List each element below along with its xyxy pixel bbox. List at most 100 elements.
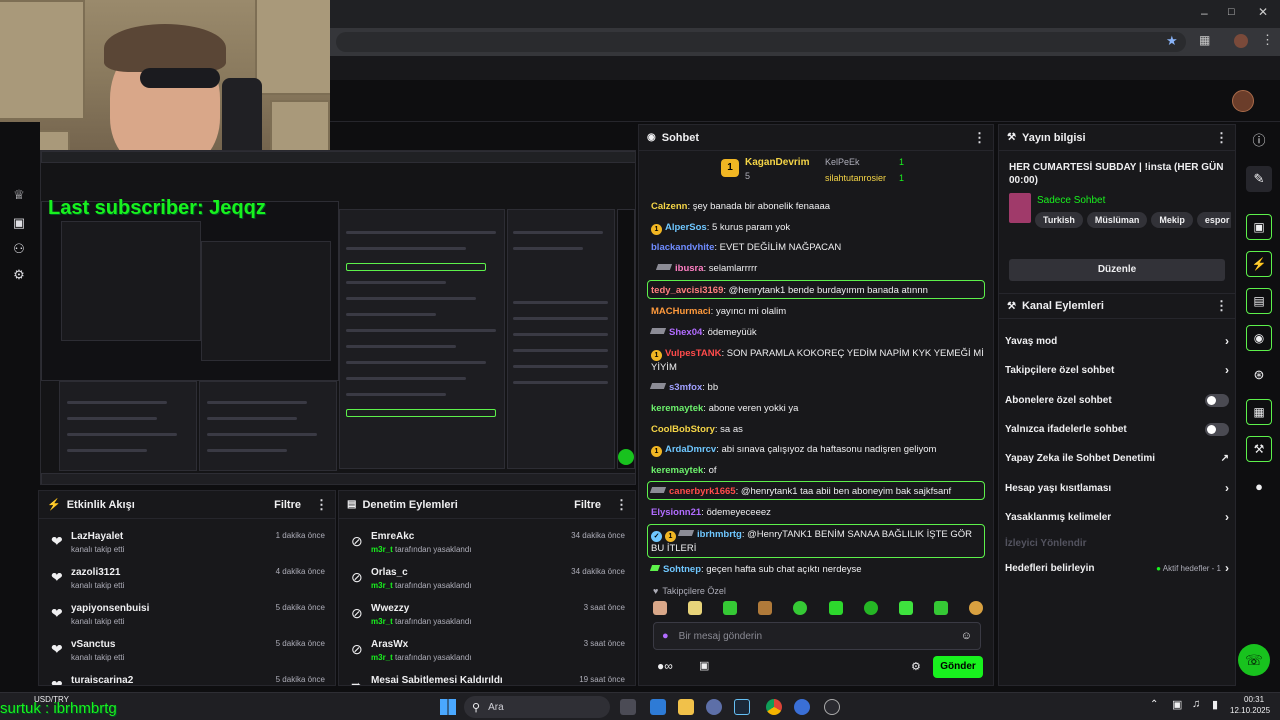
emoji-icon[interactable]: ☺ xyxy=(961,630,972,642)
chat-more-icon[interactable]: ⋮ xyxy=(973,130,986,146)
chat-message[interactable]: MACHurmaci: yayıncı mi olalim xyxy=(651,305,985,318)
lightning-icon[interactable]: ⚡ xyxy=(1246,251,1272,277)
network-icon[interactable]: ▣ xyxy=(1172,698,1182,711)
emote[interactable] xyxy=(863,601,878,615)
chat-message[interactable]: ibusra: selamlarrrrr xyxy=(655,262,991,275)
chat-input[interactable]: ● Bir mesaj gönderin ☺ xyxy=(653,622,981,650)
chat-message[interactable]: keremaytek: abone veren yokki ya xyxy=(651,402,985,415)
emote[interactable] xyxy=(828,601,843,615)
tray-chevron-icon[interactable]: ⌃ xyxy=(1150,699,1158,710)
activity-item[interactable]: ❤ yapiyonsenbuisi kanalı takip etti 5 da… xyxy=(39,601,335,637)
community-icon[interactable]: ● xyxy=(1246,474,1272,500)
chat-message[interactable]: s3mfox: bb xyxy=(649,381,985,394)
emote[interactable] xyxy=(723,601,738,615)
emote-only-toggle[interactable] xyxy=(1205,422,1229,436)
app-icon[interactable] xyxy=(650,699,666,715)
activity-filter-button[interactable]: Filtre xyxy=(274,499,301,511)
activity-item[interactable]: ❤ vSanctus kanalı takip etti 5 dakika ön… xyxy=(39,637,335,673)
volume-icon[interactable]: ♫ xyxy=(1192,698,1200,710)
emote[interactable] xyxy=(793,601,808,615)
chat-message[interactable]: ✓ 1 ibrhmbrtg: @HenryTANK1 BENİM SANAA BAĞ… xyxy=(651,528,985,555)
activity-item[interactable]: ❤ LazHayalet kanalı takip etti 1 dakika … xyxy=(39,529,335,565)
mod-item[interactable]: ⊘ Orlas_c m3r_t tarafından yasaklandı 34… xyxy=(339,565,635,601)
browser-menu-icon[interactable]: ⋮ xyxy=(1261,32,1274,48)
chat-message[interactable]: Calzenn: şey banada bir abonelik fenaaaa xyxy=(651,200,985,213)
task-view-icon[interactable] xyxy=(620,699,636,715)
address-field[interactable] xyxy=(336,32,1186,52)
microphone-icon[interactable]: ● xyxy=(662,630,669,642)
wrench-icon[interactable]: ⚒ xyxy=(1246,436,1272,462)
close-icon[interactable]: ✕ xyxy=(1258,5,1268,19)
app-icon[interactable] xyxy=(794,699,810,715)
chat-message[interactable]: 1 ArdaDmrcv: abi sınava çalışıyoz da haft… xyxy=(651,443,985,457)
maximize-icon[interactable]: □ xyxy=(1228,6,1235,18)
action-goals[interactable]: Hedefleri belirleyin ● Aktif hedefler - … xyxy=(1005,558,1229,578)
send-button[interactable]: Gönder xyxy=(933,656,983,678)
action-follower-only[interactable]: Takipçilere özel sohbet › xyxy=(1005,360,1229,380)
mod-item[interactable]: ⊘ EmreAkc m3r_t tarafından yasaklandı 34… xyxy=(339,529,635,565)
emote[interactable] xyxy=(653,601,667,615)
mod-filter-button[interactable]: Filtre xyxy=(574,499,601,511)
gear-icon[interactable]: ⚙ xyxy=(10,266,28,284)
profile-avatar[interactable] xyxy=(1234,34,1248,48)
taskbar-search[interactable]: ⚲ Ara xyxy=(464,696,610,718)
action-slow-mode[interactable]: Yavaş mod › xyxy=(1005,331,1229,351)
emote[interactable] xyxy=(968,601,983,615)
action-account-age[interactable]: Hesap yaşı kısıtlaması › xyxy=(1005,478,1229,498)
tag[interactable]: Mekip xyxy=(1151,212,1193,228)
activity-item[interactable]: ❤ zazoli3121 kanalı takip etti 4 dakika … xyxy=(39,565,335,601)
mod-item[interactable]: ⊘ Wwezzy m3r_t tarafından yasaklandı 3 s… xyxy=(339,601,635,637)
clock-date[interactable]: 12.10.2025 xyxy=(1230,706,1270,715)
activity-more-icon[interactable]: ⋮ xyxy=(315,497,328,513)
chat-message[interactable]: Sohtnep: geçen hafta sub chat açıktı ner… xyxy=(649,563,985,576)
sub-only-toggle[interactable] xyxy=(1205,393,1229,407)
battery-icon[interactable]: ▮ xyxy=(1212,698,1218,711)
help-button[interactable]: ☏ xyxy=(1238,644,1270,676)
windows-start-icon[interactable] xyxy=(440,699,456,715)
emote[interactable] xyxy=(758,601,773,615)
clock-time[interactable]: 00:31 xyxy=(1244,695,1264,704)
chat-message[interactable]: 1 AlperSos: 5 kurus param yok xyxy=(651,221,985,235)
chat-icon[interactable]: ◉ xyxy=(1246,325,1272,351)
steam-icon[interactable] xyxy=(734,699,750,715)
mod-more-icon[interactable]: ⋮ xyxy=(615,497,628,513)
chat-message[interactable]: tedy_avcisi3169: @henrytank1 bende burda… xyxy=(651,284,985,297)
mod-item[interactable]: ➨ Mesai Sabitlemesi Kaldırıldı 19 saat ö… xyxy=(339,673,635,685)
gift-leaderboard[interactable]: 1 KaganDevrim 5 KelPeEk 1 silahtutanrosi… xyxy=(719,155,919,191)
clip-icon[interactable]: ▣ xyxy=(1246,214,1272,240)
chrome-icon[interactable] xyxy=(766,699,782,715)
edit-button[interactable]: Düzenle xyxy=(1009,259,1225,281)
chat-message[interactable]: canerbyrk1665: @henrytank1 taa abii ben … xyxy=(649,485,985,498)
mod-item[interactable]: ⊘ ArasWx m3r_t tarafından yasaklandı 3 s… xyxy=(339,637,635,673)
activity-item[interactable]: ❤ turaiscarina2 5 dakika önce xyxy=(39,673,335,685)
info-more-icon[interactable]: ⋮ xyxy=(1215,130,1228,146)
emote[interactable] xyxy=(898,601,913,615)
extensions-icon[interactable]: ▦ xyxy=(1199,33,1210,47)
store-icon[interactable]: ▣ xyxy=(699,659,709,672)
obs-icon[interactable] xyxy=(824,699,840,715)
app-icon[interactable] xyxy=(706,699,722,715)
chat-message[interactable]: Elysionn21: ödemeyeceeez xyxy=(651,506,985,519)
actions-more-icon[interactable]: ⋮ xyxy=(1215,298,1228,314)
user-avatar[interactable] xyxy=(1232,90,1254,112)
users-icon[interactable]: ⚇ xyxy=(10,240,28,258)
info-icon[interactable]: ⓘ xyxy=(1246,128,1272,154)
trophy-icon[interactable]: ♕ xyxy=(10,186,28,204)
tag[interactable]: Turkish xyxy=(1035,212,1083,228)
action-ai-moderation[interactable]: Yapay Zeka ile Sohbet Denetimi ↗ xyxy=(1005,448,1229,468)
file-explorer-icon[interactable] xyxy=(678,699,694,715)
bookmark-star-icon[interactable]: ★ xyxy=(1166,33,1178,49)
action-emote-only[interactable]: Yalnızca ifadelerle sohbet xyxy=(1005,419,1229,439)
minimize-icon[interactable]: – xyxy=(1201,6,1208,20)
tag[interactable]: espor xyxy=(1196,212,1231,228)
community-icon[interactable]: ●∞ xyxy=(657,659,673,673)
tag[interactable]: Müslüman xyxy=(1086,212,1148,228)
chat-settings-icon[interactable]: ⚙ xyxy=(911,660,921,673)
pencil-icon[interactable]: ✎ xyxy=(1246,166,1272,192)
chat-message[interactable]: keremaytek: of xyxy=(651,464,985,477)
action-sub-only[interactable]: Abonelere özel sohbet xyxy=(1005,390,1229,410)
chat-message[interactable]: 1 VulpesTANK: SON PARAMLA KOKOREÇ YEDİM N… xyxy=(651,347,985,374)
action-banned-words[interactable]: Yasaklanmış kelimeler › xyxy=(1005,507,1229,527)
category-name[interactable]: Sadece Sohbet xyxy=(1037,195,1105,206)
emote[interactable] xyxy=(933,601,948,615)
